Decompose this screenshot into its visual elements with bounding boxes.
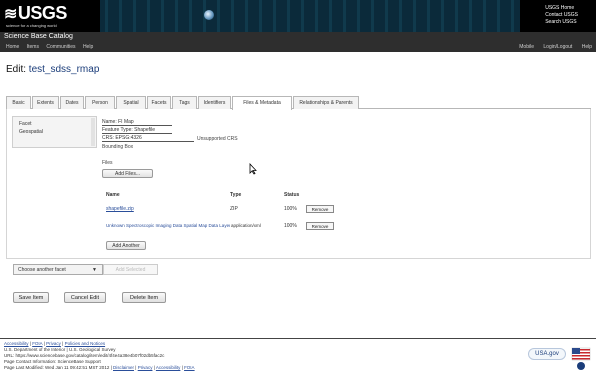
tab-tags[interactable]: Tags bbox=[172, 96, 197, 109]
usgs-wave-icon: ≋ bbox=[4, 6, 17, 23]
crs-note: Unsupported CRS bbox=[197, 136, 238, 142]
contact-usgs-link[interactable]: Contact USGS bbox=[545, 12, 578, 19]
tab-facets[interactable]: Facets bbox=[147, 96, 171, 109]
tab-identifiers[interactable]: Identifiers bbox=[198, 96, 231, 109]
footer-modified-text: Page Last Modified: Wed Jan 11 09:42:51 … bbox=[4, 365, 110, 370]
footer-privacy-link[interactable]: Privacy bbox=[46, 341, 61, 346]
usgs-logo-text: USGS bbox=[17, 3, 68, 23]
crs-field[interactable]: CRS: EPSG:4326 bbox=[102, 135, 194, 142]
edit-prefix: Edit: bbox=[6, 64, 27, 75]
tab-person[interactable]: Person bbox=[85, 96, 115, 109]
feature-type-field[interactable]: Feature Type: Shapefile bbox=[102, 127, 172, 134]
footer-accessibility-link-2[interactable]: Accessibility bbox=[156, 365, 181, 370]
usgs-header-links: USGS Home Contact USGS Search USGS bbox=[545, 5, 578, 26]
footer-foia-link-2[interactable]: FOIA bbox=[184, 365, 195, 370]
tab-files-metadata[interactable]: Files & Metadata bbox=[232, 96, 292, 110]
item-name: test_sdss_rmap bbox=[28, 64, 100, 75]
name-field[interactable]: Name: FI Map bbox=[102, 119, 172, 126]
file-row-type: application/xml bbox=[231, 223, 261, 228]
table-header-status: Status bbox=[284, 192, 300, 198]
footer-policies-link[interactable]: Policies and Notices bbox=[65, 341, 106, 346]
file-row-status: 100% bbox=[284, 223, 297, 229]
table-header-name: Name bbox=[106, 192, 120, 198]
add-selected-button: Add Selected bbox=[103, 264, 158, 275]
footer-foia-link[interactable]: FOIA bbox=[32, 341, 42, 346]
nav-item-login[interactable]: Login/Logout bbox=[543, 44, 572, 50]
facet-list-scrollbar[interactable] bbox=[91, 118, 95, 146]
nav-right: Mobile Login/Logout Help bbox=[511, 44, 592, 50]
tab-extents[interactable]: Extents bbox=[32, 96, 59, 109]
nav-left: Home Items Communities Help bbox=[6, 44, 99, 50]
files-label: Files bbox=[102, 160, 113, 166]
facet-list-item[interactable]: Facet bbox=[19, 121, 32, 127]
cancel-edit-button[interactable]: Cancel Edit bbox=[64, 292, 106, 303]
usgs-logo[interactable]: ≋USGS bbox=[4, 3, 67, 24]
facet-select[interactable]: Choose another facet ▼ bbox=[13, 264, 103, 275]
tab-basic[interactable]: Basic bbox=[6, 96, 31, 109]
search-usgs-link[interactable]: Search USGS bbox=[545, 19, 578, 26]
chevron-down-icon: ▼ bbox=[92, 267, 97, 273]
footer-disclaimer-link[interactable]: Disclaimer bbox=[113, 365, 134, 370]
add-another-button[interactable]: Add Another bbox=[106, 241, 146, 250]
file-row-name[interactable]: Unknown Spectroscopic Imaging Data Spati… bbox=[106, 223, 230, 228]
file-row-type: ZIP bbox=[230, 206, 238, 212]
site-title[interactable]: Science Base Catalog bbox=[4, 33, 73, 40]
tab-spatial[interactable]: Spatial bbox=[116, 96, 146, 109]
header-banner bbox=[100, 0, 520, 32]
footer-privacy-link-2[interactable]: Privacy bbox=[138, 365, 153, 370]
page-title: Edit: test_sdss_rmap bbox=[6, 64, 99, 75]
facet-list: Facet Geospatial bbox=[12, 116, 97, 148]
file-row-name[interactable]: shapefile.zip bbox=[106, 206, 134, 212]
nav-item-items[interactable]: Items bbox=[27, 44, 39, 50]
usgs-home-link[interactable]: USGS Home bbox=[545, 5, 578, 12]
flag-seal-icon bbox=[571, 347, 591, 370]
table-header-type: Type bbox=[230, 192, 242, 198]
bounding-box-label: Bounding Box bbox=[102, 144, 134, 150]
footer-accessibility-link[interactable]: Accessibility bbox=[4, 341, 29, 346]
footer: Accessibility | FOIA | Privacy | Policie… bbox=[4, 341, 484, 371]
nav-item-help[interactable]: Help bbox=[83, 44, 93, 50]
tab-relationships[interactable]: Relationships & Parents bbox=[293, 96, 359, 109]
usagov-logo[interactable]: USA.gov bbox=[528, 348, 566, 360]
facet-list-item[interactable]: Geospatial bbox=[19, 129, 43, 135]
facet-select-value: Choose another facet bbox=[18, 267, 66, 273]
footer-divider bbox=[0, 338, 596, 339]
mouse-pointer-icon bbox=[249, 163, 257, 175]
nav-item-communities[interactable]: Communities bbox=[46, 44, 75, 50]
nav-item-mobile[interactable]: Mobile bbox=[519, 44, 534, 50]
nav-item-home[interactable]: Home bbox=[6, 44, 19, 50]
remove-file-button[interactable]: Remove bbox=[306, 205, 334, 213]
usgs-tagline: science for a changing world bbox=[6, 23, 57, 28]
tab-dates[interactable]: Dates bbox=[60, 96, 84, 109]
save-item-button[interactable]: Save Item bbox=[13, 292, 49, 303]
globe-icon bbox=[204, 10, 214, 20]
site-navbar: Home Items Communities Help Mobile Login… bbox=[0, 43, 596, 53]
nav-item-help-right[interactable]: Help bbox=[582, 44, 592, 50]
file-row-status: 100% bbox=[284, 206, 297, 212]
tab-bar: Basic Extents Dates Person Spatial Facet… bbox=[6, 96, 591, 110]
add-files-button[interactable]: Add Files... bbox=[102, 169, 153, 178]
delete-item-button[interactable]: Delete Item bbox=[122, 292, 166, 303]
usgs-header: ≋USGS science for a changing world USGS … bbox=[0, 0, 596, 32]
footer-line-modified: Page Last Modified: Wed Jan 11 09:42:51 … bbox=[4, 365, 195, 370]
remove-file-button[interactable]: Remove bbox=[306, 222, 334, 230]
